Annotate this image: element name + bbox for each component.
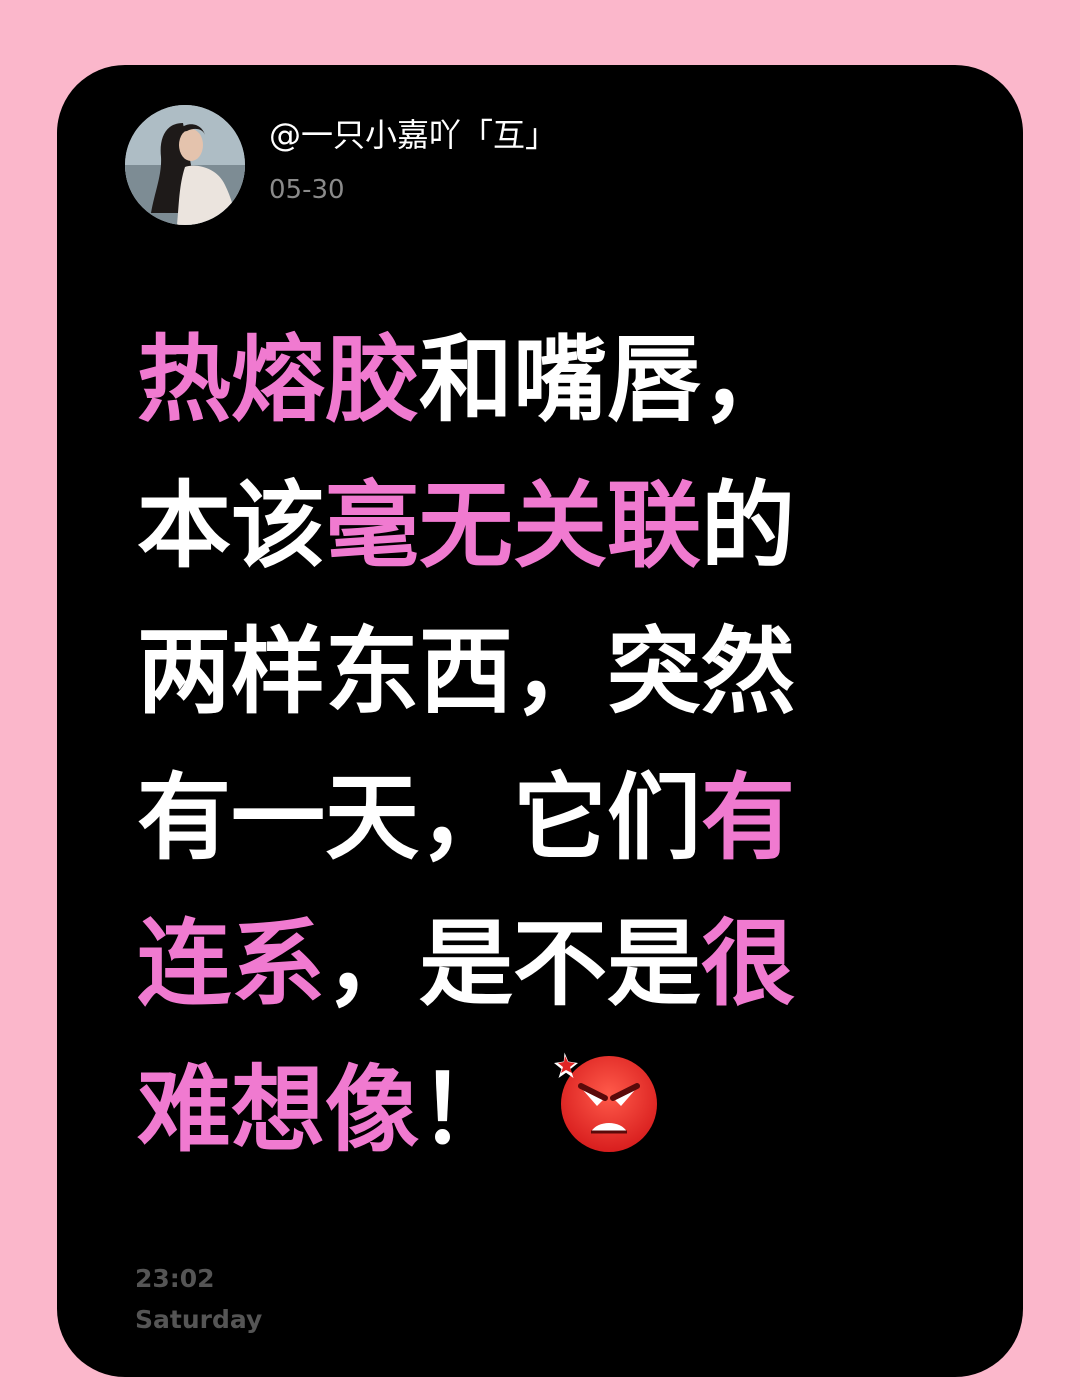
text-segment: 热熔胶 — [137, 326, 420, 435]
post-date: 05-30 — [269, 175, 345, 205]
post-card: @一只小嘉吖「互」 05-30 热熔胶和嘴唇， 本该毫无关联的 两样东西，突然 … — [57, 65, 1023, 1377]
post-line: 连系，是不是很 — [137, 892, 957, 1038]
text-segment: ，是不是 — [325, 910, 702, 1019]
angry-face-emoji-icon — [553, 1046, 661, 1154]
text-segment: 连系 — [137, 910, 326, 1019]
post-line: 有一天，它们有 — [137, 746, 957, 892]
avatar[interactable] — [125, 105, 245, 225]
text-segment: 有 — [701, 764, 796, 873]
text-segment: 难想像 — [137, 1056, 420, 1165]
username[interactable]: @一只小嘉吖「互」 — [269, 113, 557, 157]
timestamp-weekday: Saturday — [135, 1305, 263, 1334]
post-content: 热熔胶和嘴唇， 本该毫无关联的 两样东西，突然 有一天，它们有 连系，是不是很 … — [137, 308, 957, 1184]
post-line: 难想像！ — [137, 1038, 957, 1184]
text-segment: 有一天，它们 — [137, 764, 702, 873]
post-line: 两样东西，突然 — [137, 600, 957, 746]
post-line: 热熔胶和嘴唇， — [137, 308, 957, 454]
text-segment: 很 — [701, 910, 796, 1019]
text-segment: 和嘴唇， — [419, 326, 796, 435]
text-segment: 的 — [701, 472, 796, 581]
text-segment: 毫无关联 — [325, 472, 702, 581]
text-segment: ！ — [419, 1056, 514, 1165]
text-segment: 两样东西，突然 — [137, 618, 796, 727]
timestamp-time: 23:02 — [135, 1264, 215, 1293]
post-line: 本该毫无关联的 — [137, 454, 957, 600]
text-segment: 本该 — [137, 472, 326, 581]
